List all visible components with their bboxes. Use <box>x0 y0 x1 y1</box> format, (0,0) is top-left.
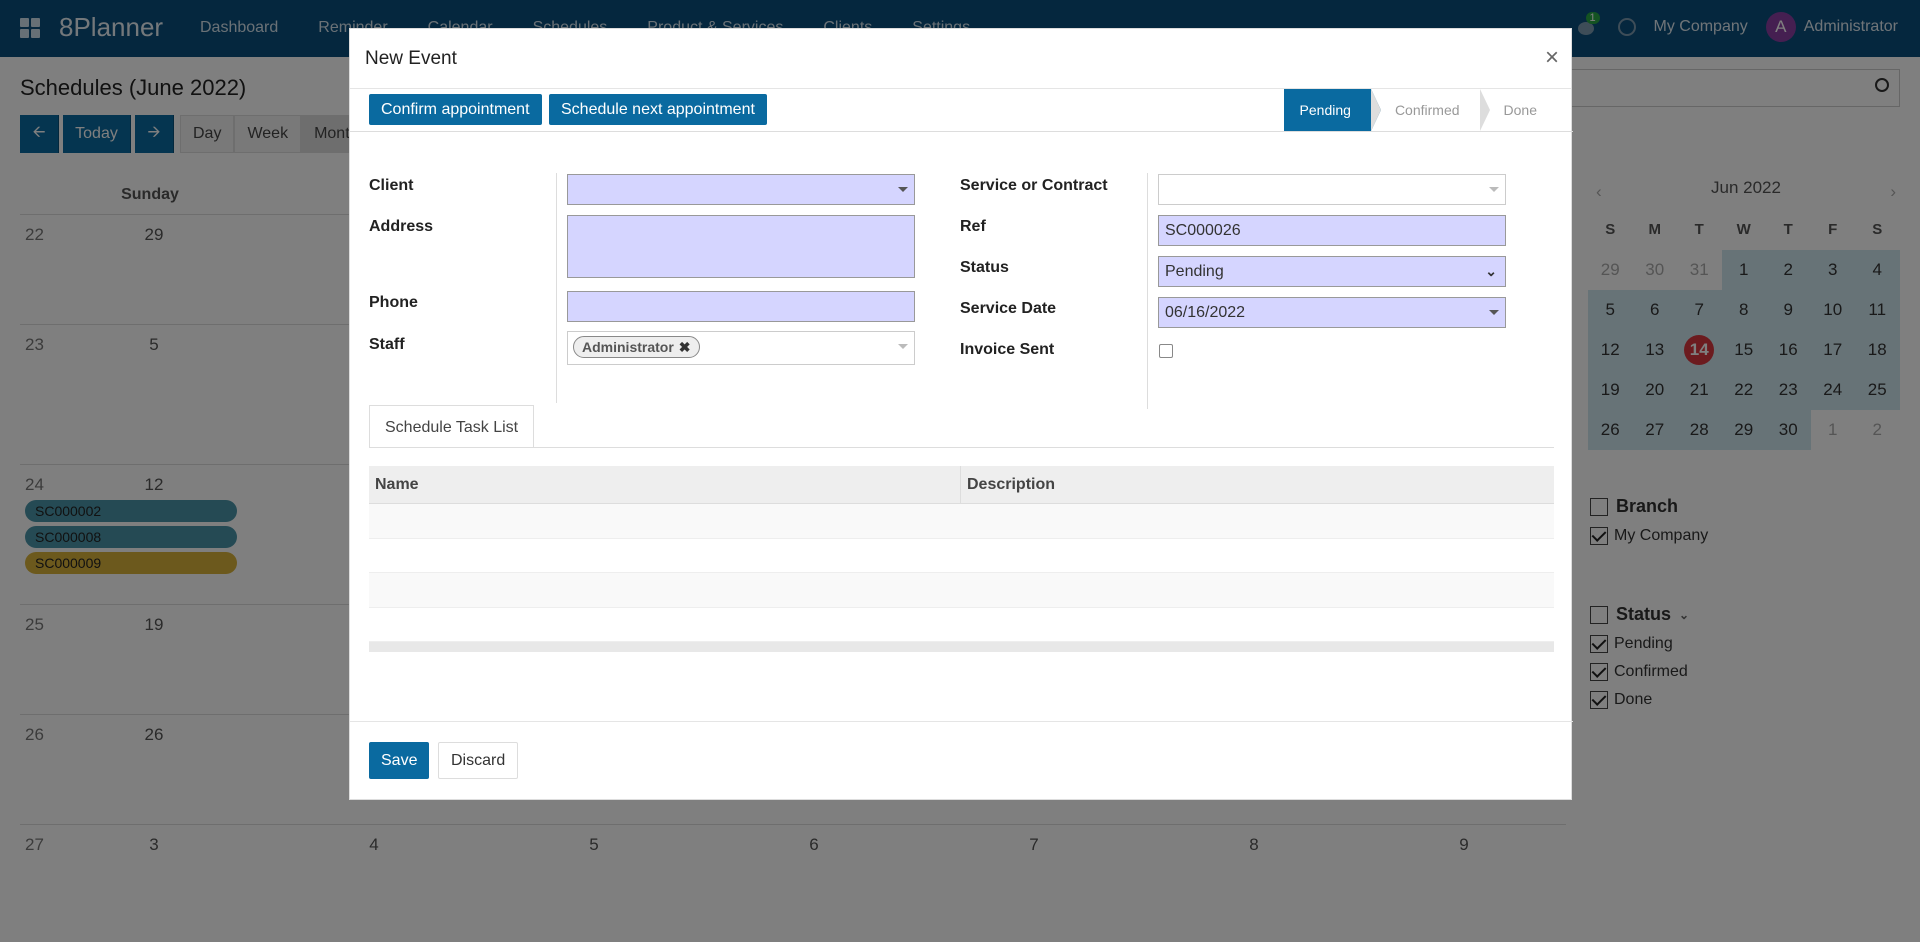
status-select[interactable]: Pending ⌄ <box>1158 256 1506 287</box>
chevron-down-icon[interactable]: ⌄ <box>1485 257 1497 286</box>
table-row[interactable] <box>369 608 1554 642</box>
service-date-label: Service Date <box>960 300 1057 317</box>
ref-label: Ref <box>960 218 986 235</box>
staff-tag: Administrator ✖ <box>573 336 700 358</box>
staff-field[interactable]: Administrator ✖ <box>567 331 915 365</box>
staff-label: Staff <box>369 336 405 353</box>
client-label: Client <box>369 177 414 194</box>
dialog-title: New Event <box>365 48 457 69</box>
remove-tag-icon[interactable]: ✖ <box>679 339 691 355</box>
invoice-sent-label: Invoice Sent <box>960 341 1055 358</box>
close-icon[interactable]: × <box>1545 44 1559 72</box>
invoice-sent-checkbox[interactable] <box>1159 344 1173 358</box>
stage-done[interactable]: Done <box>1479 89 1557 131</box>
service-contract-field[interactable] <box>1158 174 1506 205</box>
dropdown-caret-icon[interactable] <box>1489 187 1499 192</box>
save-button[interactable]: Save <box>369 742 430 779</box>
phone-label: Phone <box>369 294 418 311</box>
dropdown-caret-icon[interactable] <box>1489 310 1499 315</box>
discard-button[interactable]: Discard <box>438 742 519 779</box>
status-label: Status <box>960 259 1009 276</box>
dialog-footer: Save Discard <box>350 721 1573 801</box>
new-event-dialog: New Event × Confirm appointment Schedule… <box>349 28 1573 801</box>
table-row[interactable] <box>369 573 1554 608</box>
status-bar: Confirm appointment Schedule next appoin… <box>350 89 1573 132</box>
dropdown-caret-icon[interactable] <box>898 187 908 192</box>
table-row[interactable] <box>369 539 1554 573</box>
table-footer <box>369 642 1554 652</box>
address-field[interactable] <box>567 215 915 278</box>
address-label: Address <box>369 218 434 235</box>
stage-pipeline: Pending Confirmed Done <box>1283 89 1557 131</box>
tab-schedule-task-list[interactable]: Schedule Task List <box>369 405 535 448</box>
dropdown-caret-icon[interactable] <box>898 344 908 349</box>
stage-confirmed[interactable]: Confirmed <box>1370 89 1480 131</box>
client-field[interactable] <box>567 174 915 205</box>
column-header-description[interactable]: Description <box>961 466 1554 503</box>
schedule-next-appointment-button[interactable]: Schedule next appointment <box>549 94 767 125</box>
ref-field[interactable]: SC000026 <box>1158 215 1506 246</box>
stage-pending[interactable]: Pending <box>1283 89 1382 131</box>
service-contract-label: Service or Contract <box>960 177 1108 194</box>
column-header-name[interactable]: Name <box>369 466 961 503</box>
service-date-field[interactable]: 06/16/2022 <box>1158 297 1506 328</box>
task-list-table: Name Description <box>369 466 1554 652</box>
phone-field[interactable] <box>567 291 915 322</box>
confirm-appointment-button[interactable]: Confirm appointment <box>369 94 542 125</box>
table-row[interactable] <box>369 504 1554 539</box>
